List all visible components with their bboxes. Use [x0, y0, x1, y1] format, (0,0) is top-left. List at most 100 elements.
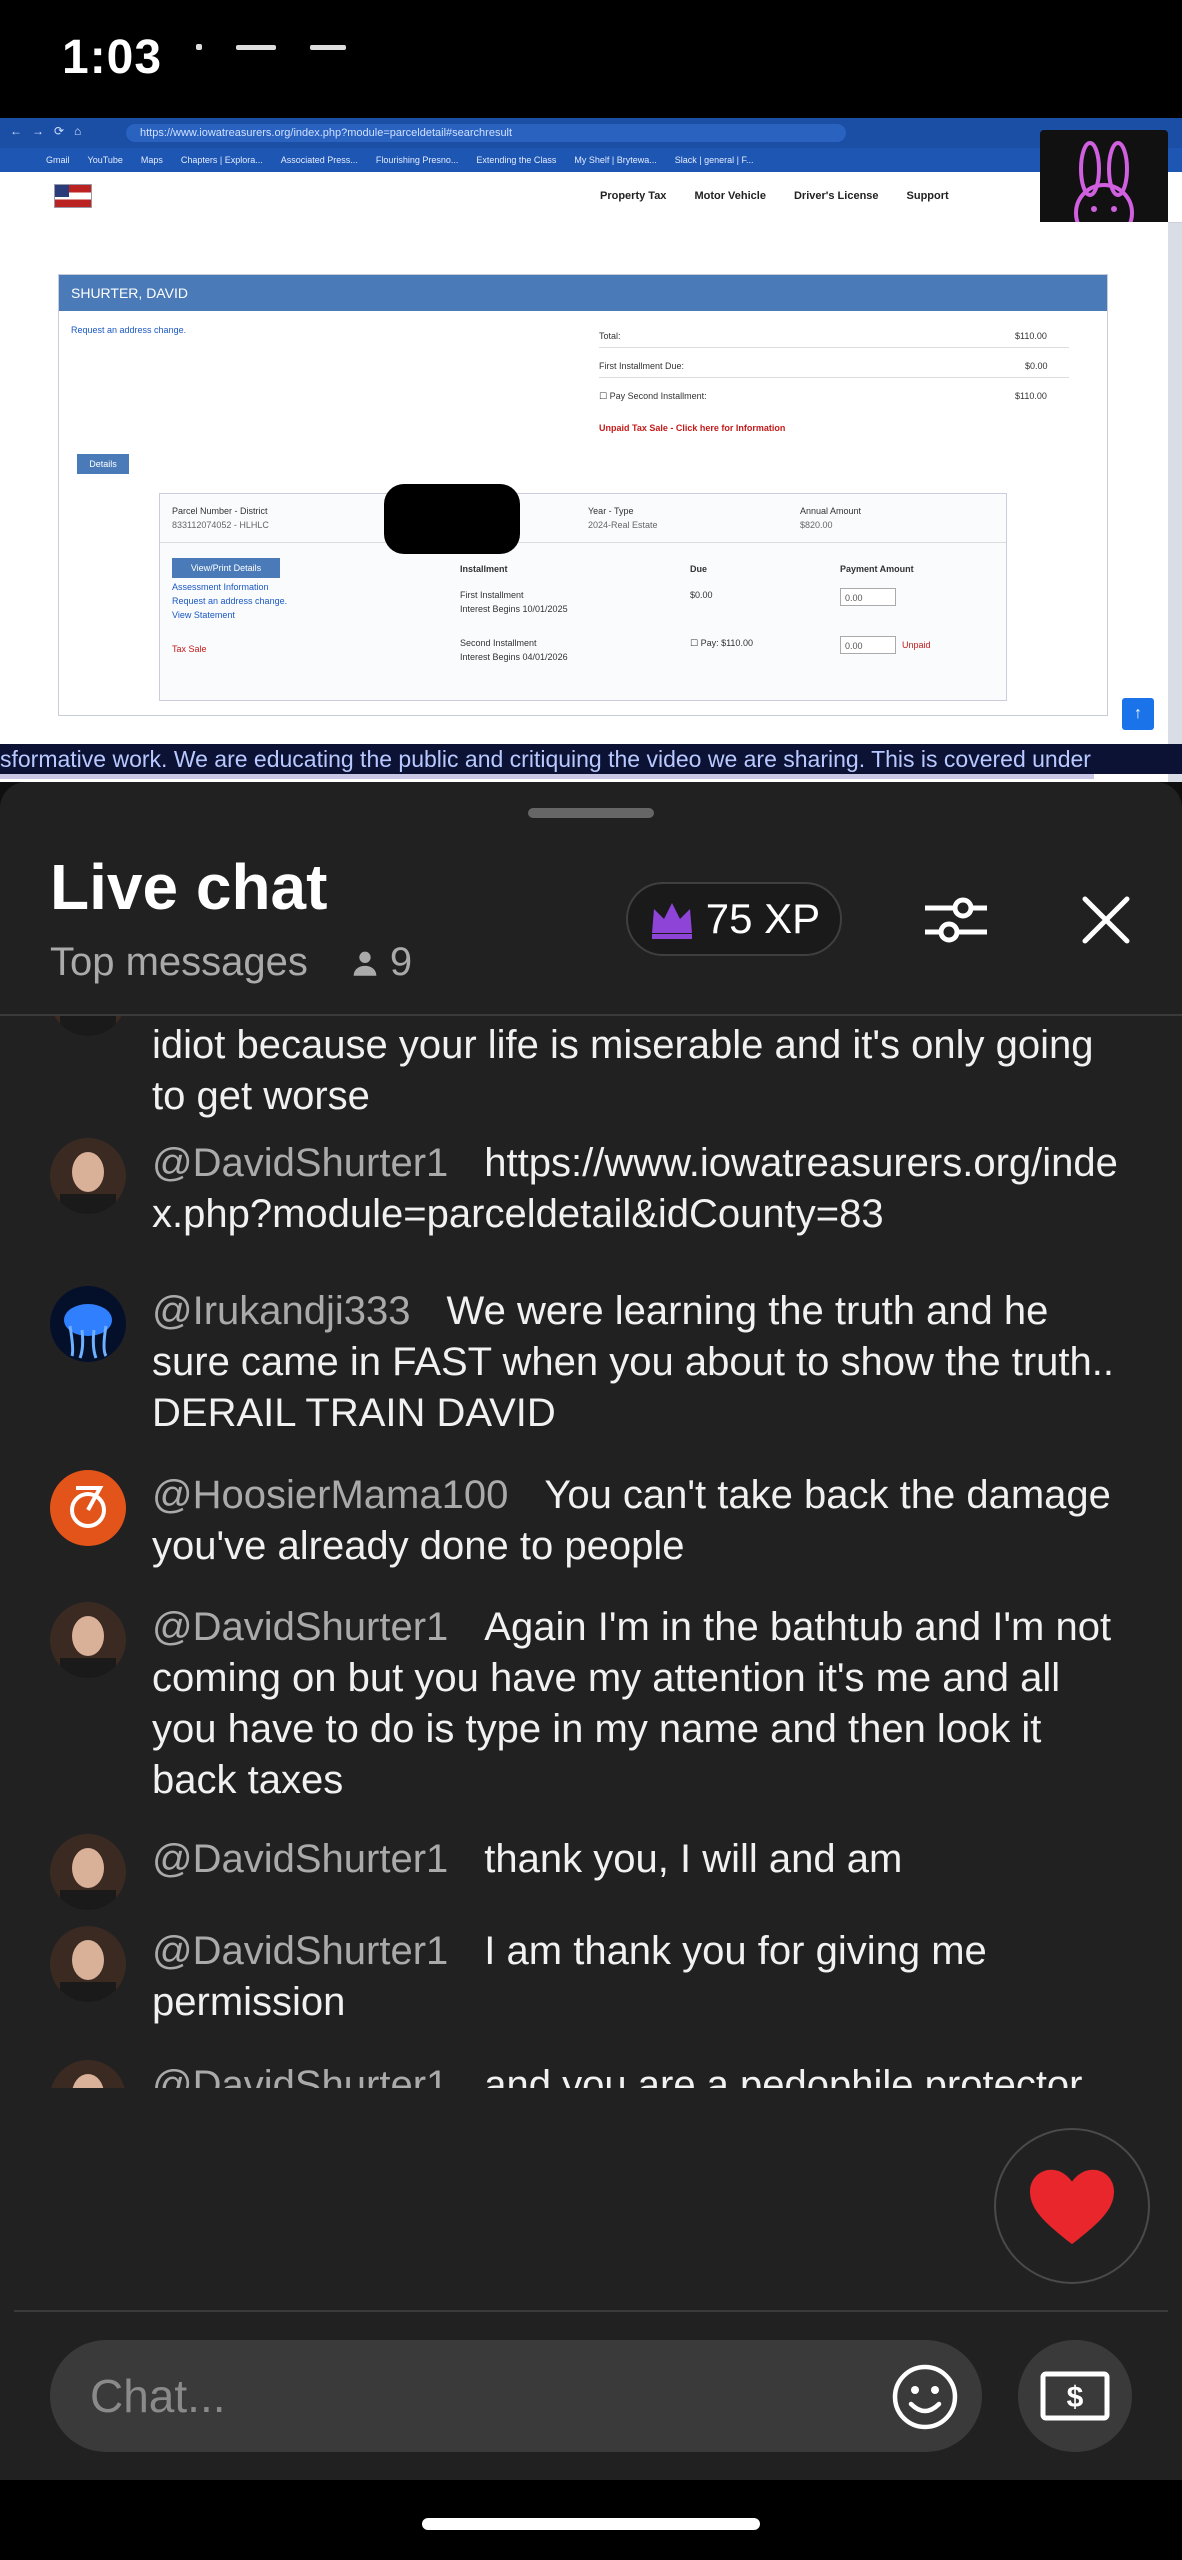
address-change-link: Request an address change.: [71, 325, 187, 335]
flag-logo: [54, 184, 92, 208]
col-payment: Payment Amount: [840, 564, 914, 574]
message-author[interactable]: @DavidShurter1: [152, 1837, 448, 1881]
crown-icon: [651, 903, 692, 939]
year-value: 2024-Real Estate: [588, 520, 658, 530]
chat-message-list[interactable]: idiot because your life is miserable and…: [0, 1016, 1182, 2088]
dollar-bill-icon: $: [1040, 2371, 1110, 2421]
year-header: Year - Type: [588, 506, 634, 516]
bookmarks-bar: Gmail YouTube Maps Chapters | Explora...…: [0, 148, 1182, 172]
browser-nav-icons: ←→⟳⌂: [10, 124, 92, 138]
xp-value: 75 XP: [705, 895, 821, 942]
chat-settings-button[interactable]: [918, 882, 994, 958]
close-chat-button[interactable]: [1068, 882, 1144, 958]
chat-mode-selector[interactable]: Top messages 9: [50, 940, 412, 985]
address-change-link-2: Request an address change.: [172, 596, 288, 606]
inst1-interest: Interest Begins 10/01/2025: [460, 604, 568, 614]
address-bar: https://www.iowatreasurers.org/index.php…: [126, 124, 846, 142]
first-due-value: $0.00: [1025, 361, 1048, 371]
avatar[interactable]: [50, 1470, 126, 1546]
message-text: thank you, I will and am: [484, 1837, 903, 1881]
annual-header: Annual Amount: [800, 506, 862, 516]
reaction-button[interactable]: [994, 2128, 1182, 2284]
progress-bar: [0, 774, 1094, 779]
drag-handle[interactable]: [528, 808, 654, 818]
nav-drivers-license: Driver's License: [793, 190, 879, 202]
xp-badge[interactable]: 75 XP: [626, 882, 842, 956]
message-text: idiot because your life is miserable and…: [152, 1023, 1094, 1118]
nav-support: Support: [906, 190, 949, 202]
assessment-link: Assessment Information: [172, 582, 269, 592]
message-author[interactable]: @DavidShurter1: [152, 1605, 448, 1649]
avatar[interactable]: [50, 1138, 126, 1214]
status-icons: [196, 44, 346, 50]
avatar[interactable]: [50, 1926, 126, 2002]
col-installment: Installment: [460, 564, 508, 574]
message-author[interactable]: @DavidShurter1: [152, 1929, 448, 1973]
avatar[interactable]: [50, 2060, 126, 2088]
emoji-button[interactable]: [890, 2362, 960, 2432]
chat-input[interactable]: [50, 2340, 982, 2452]
chat-message: @DavidShurter1 thank you, I will and am: [50, 1834, 1130, 1910]
heart-icon: [1030, 2169, 1114, 2245]
inst1-amount-input: 0.00: [840, 588, 896, 606]
message-author[interactable]: @Irukandji333: [152, 1289, 411, 1333]
chat-title: Live chat: [50, 851, 328, 923]
chat-message: idiot because your life is miserable and…: [50, 1016, 1130, 1122]
parcel-value: 833112074052 - HLHLC: [172, 520, 269, 530]
clock: 1:03: [62, 31, 163, 84]
chat-message: @DavidShurter1 https://www.iowatreasurers…: [50, 1138, 1130, 1240]
chat-message: @Irukandji333 We were learning the truth …: [50, 1286, 1130, 1439]
chat-message: @HoosierMama100 You can't take back the d…: [50, 1470, 1130, 1572]
pay-second-label: ☐ Pay Second Installment:: [599, 391, 707, 401]
system-nav-area: [0, 2480, 1182, 2560]
avatar[interactable]: [50, 1602, 126, 1678]
redaction-block: [384, 484, 520, 554]
inst1-name: First Installment: [460, 590, 524, 600]
home-indicator[interactable]: [422, 2518, 760, 2530]
parcel-details: Parcel Number - District 833112074052 - …: [159, 493, 1007, 701]
chat-message: @DavidShurter1 Again I'm in the bathtub a…: [50, 1602, 1130, 1806]
bookmark: Extending the Class: [476, 155, 557, 165]
details-button: Details: [77, 454, 129, 474]
site-nav: Property Tax Motor Vehicle Driver's Lice…: [0, 172, 1182, 223]
video-player[interactable]: ←→⟳⌂ https://www.iowatreasurers.org/inde…: [0, 118, 1182, 782]
message-author[interactable]: @HoosierMama100: [152, 1473, 508, 1517]
total-value: $110.00: [1015, 331, 1047, 341]
first-due-label: First Installment Due:: [599, 361, 685, 371]
statement-link: View Statement: [172, 610, 235, 620]
live-chat-panel: Live chat Top messages 9 75 XP idiot bec…: [0, 782, 1182, 2480]
annual-value: $820.00: [800, 520, 833, 530]
inst2-name: Second Installment: [460, 638, 537, 648]
inst2-amount-input: 0.00: [840, 636, 896, 654]
total-label: Total:: [599, 331, 621, 341]
super-chat-button[interactable]: $: [1018, 2340, 1132, 2452]
inst2-pay: ☐ Pay: $110.00: [690, 638, 753, 648]
owner-name: SHURTER, DAVID: [59, 275, 1107, 311]
person-icon: [353, 951, 377, 976]
ticker-banner: sformative work. We are educating the pu…: [0, 744, 1182, 774]
col-due: Due: [690, 564, 708, 574]
emoji-icon: [892, 2364, 958, 2430]
bookmark: Associated Press...: [280, 155, 358, 165]
browser-toolbar: ←→⟳⌂ https://www.iowatreasurers.org/inde…: [0, 118, 1182, 148]
chat-mode-label[interactable]: Top messages: [50, 940, 308, 985]
avatar[interactable]: [50, 1286, 126, 1362]
viewer-count: 9: [348, 940, 412, 985]
bookmark: Gmail: [46, 155, 70, 165]
chat-message: @DavidShurter1 and you are a pedophile pr…: [50, 2060, 1130, 2088]
message-author[interactable]: @DavidShurter1: [152, 1141, 448, 1185]
parcel-card: SHURTER, DAVID Request an address change…: [58, 274, 1108, 716]
parcel-header: Parcel Number - District: [172, 506, 268, 516]
close-icon: [1082, 896, 1130, 944]
message-author[interactable]: @DavidShurter1: [152, 2063, 448, 2088]
bookmark: YouTube: [87, 155, 123, 165]
bookmark: Slack | general | F...: [674, 155, 754, 165]
pay-second-value: $110.00: [1015, 391, 1047, 401]
nav-motor-vehicle: Motor Vehicle: [694, 190, 766, 202]
view-print-button: View/Print Details: [172, 558, 280, 578]
avatar[interactable]: [50, 1834, 126, 1910]
status-bar: 1:03: [0, 0, 1182, 118]
viewer-count-value: 9: [389, 940, 413, 984]
unpaid-tax-sale-link: Unpaid Tax Sale - Click here for Informa…: [599, 423, 786, 433]
inst2-interest: Interest Begins 04/01/2026: [460, 652, 568, 662]
